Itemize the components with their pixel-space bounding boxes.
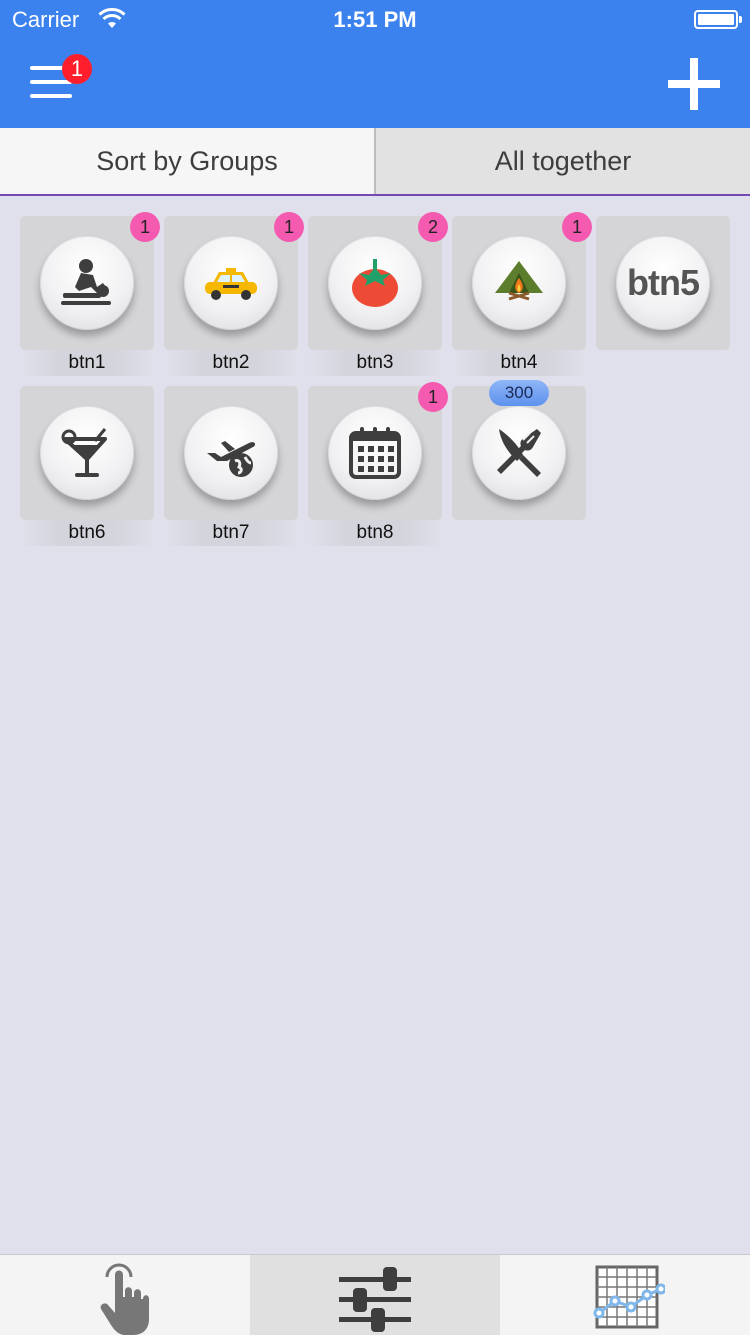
calendar-icon xyxy=(349,427,401,479)
tomato-icon xyxy=(352,259,398,307)
taxi-icon xyxy=(205,268,257,300)
tab-controls[interactable] xyxy=(250,1255,500,1335)
notification-badge: 2 xyxy=(418,212,448,242)
button-tile-btn2[interactable]: 1 btn2 xyxy=(164,212,304,376)
button-tile-fork-knife[interactable]: 300 xyxy=(452,380,586,546)
button-tile-btn1[interactable]: 1 btn1 xyxy=(20,212,160,376)
sliders-icon xyxy=(339,1267,411,1332)
segmented-control: Sort by Groups All together xyxy=(0,128,750,196)
tile-label: btn1 xyxy=(20,350,154,376)
count-badge: 300 xyxy=(489,380,549,406)
campfire-tent-icon xyxy=(495,261,543,301)
tab-all-together[interactable]: All together xyxy=(376,128,750,194)
button-tile-btn7[interactable]: btn7 xyxy=(164,386,298,546)
notification-badge: 1 xyxy=(274,212,304,242)
hand-tap-icon xyxy=(100,1263,149,1335)
btn5-text-icon: btn5 xyxy=(627,262,700,303)
button-tile-btn6[interactable]: btn6 xyxy=(20,386,154,546)
airplane-globe-icon xyxy=(207,441,256,477)
tile-label: btn3 xyxy=(308,350,442,376)
massage-icon xyxy=(61,259,111,305)
fork-knife-icon xyxy=(497,429,541,477)
tab-tap[interactable] xyxy=(0,1255,250,1335)
button-tile-btn4[interactable]: 1 btn4 xyxy=(452,212,592,376)
battery-icon xyxy=(694,10,742,29)
button-tile-btn5[interactable]: btn5 xyxy=(596,216,730,376)
tile-label: btn6 xyxy=(20,520,154,546)
notification-badge: 1 xyxy=(130,212,160,242)
tile-label: btn4 xyxy=(452,350,586,376)
tile-label: btn2 xyxy=(164,350,298,376)
navigation-bar: Carrier 1:51 PM 1 xyxy=(0,0,750,128)
notification-badge: 1 xyxy=(418,382,448,412)
tab-statistics[interactable] xyxy=(500,1255,750,1335)
status-bar: Carrier 1:51 PM xyxy=(0,0,750,40)
chart-grid-icon xyxy=(593,1265,665,1329)
button-tile-btn8[interactable]: 1 btn8 xyxy=(308,382,448,546)
status-time: 1:51 PM xyxy=(333,7,417,32)
menu-notification-badge: 1 xyxy=(62,54,92,84)
tab-sort-by-groups[interactable]: Sort by Groups xyxy=(0,128,376,194)
button-tile-btn3[interactable]: 2 btn3 xyxy=(308,212,448,376)
notification-badge: 1 xyxy=(562,212,592,242)
bottom-tab-bar xyxy=(0,1254,750,1335)
tile-label: btn7 xyxy=(164,520,298,546)
plus-icon[interactable] xyxy=(668,58,720,110)
cocktail-icon xyxy=(61,428,107,477)
tile-label: btn8 xyxy=(308,520,442,546)
